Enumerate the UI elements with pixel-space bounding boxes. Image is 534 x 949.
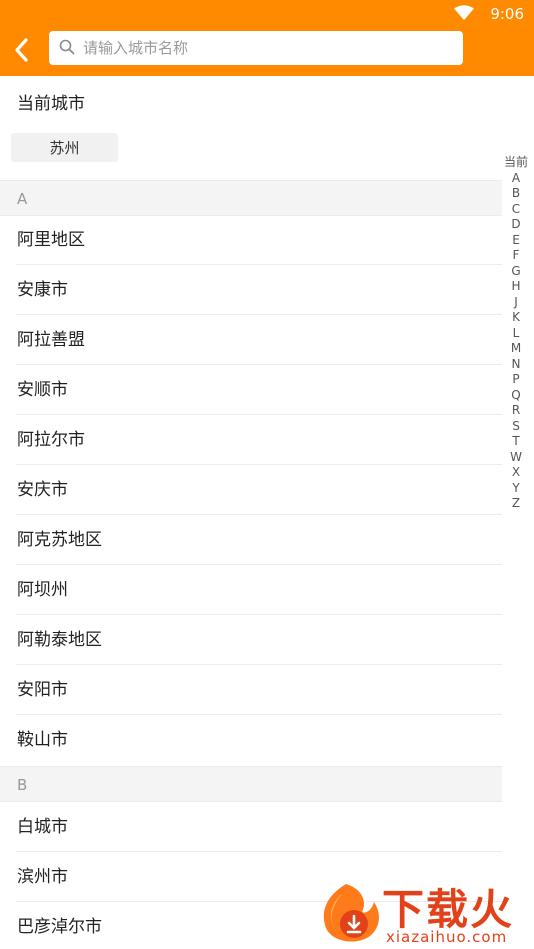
index-b[interactable]: B	[502, 186, 530, 202]
current-city-chip[interactable]: 苏州	[11, 133, 118, 162]
city-name: 阿里地区	[17, 230, 85, 250]
watermark-url: xiazaihuo.com	[386, 928, 508, 946]
index-f[interactable]: F	[502, 248, 530, 264]
index-x[interactable]: X	[502, 465, 530, 481]
city-item[interactable]: 安阳市	[0, 665, 502, 715]
city-item[interactable]: 安顺市	[0, 365, 502, 415]
group-header-b: B	[0, 766, 502, 802]
city-item[interactable]: 鞍山市	[0, 715, 502, 765]
wifi-icon	[454, 5, 474, 20]
city-item[interactable]: 阿拉尔市	[0, 415, 502, 465]
group-header-a: A	[0, 180, 502, 216]
index-w[interactable]: W	[502, 450, 530, 466]
status-time: 9:06	[490, 5, 524, 23]
chevron-left-icon	[15, 38, 28, 62]
index-d[interactable]: D	[502, 217, 530, 233]
group-letter: A	[17, 190, 28, 208]
city-name: 安庆市	[17, 480, 68, 500]
index-z[interactable]: Z	[502, 496, 530, 512]
city-name: 阿勒泰地区	[17, 630, 102, 650]
index-k[interactable]: K	[502, 310, 530, 326]
index-a[interactable]: A	[502, 171, 530, 187]
index-n[interactable]: N	[502, 357, 530, 373]
city-item[interactable]: 阿拉善盟	[0, 315, 502, 365]
city-name: 阿拉尔市	[17, 430, 85, 450]
city-item[interactable]: 安庆市	[0, 465, 502, 515]
index-l[interactable]: L	[502, 326, 530, 342]
city-name: 安顺市	[17, 380, 68, 400]
watermark-logo: 下载火 xiazaihuo.com	[312, 876, 534, 949]
index-m[interactable]: M	[502, 341, 530, 357]
city-name: 安康市	[17, 280, 68, 300]
group-letter: B	[17, 776, 28, 794]
city-name: 白城市	[17, 817, 68, 837]
city-item[interactable]: 阿里地区	[0, 215, 502, 265]
search-box[interactable]	[49, 31, 463, 65]
index-current[interactable]: 当前	[502, 155, 530, 171]
index-r[interactable]: R	[502, 403, 530, 419]
city-item[interactable]: 阿勒泰地区	[0, 615, 502, 665]
city-name: 阿拉善盟	[17, 330, 85, 350]
index-e[interactable]: E	[502, 233, 530, 249]
header-bar: 9:06	[0, 0, 534, 76]
index-j[interactable]: J	[502, 295, 530, 311]
current-city-label: 当前城市	[17, 94, 85, 114]
index-y[interactable]: Y	[502, 481, 530, 497]
city-name: 阿克苏地区	[17, 530, 102, 550]
index-s[interactable]: S	[502, 419, 530, 435]
city-name: 阿坝州	[17, 580, 68, 600]
alphabet-index-bar[interactable]: 当前 A B C D E F G H J K L M N P Q R S T W…	[502, 155, 530, 512]
city-name: 鞍山市	[17, 730, 68, 750]
city-item[interactable]: 安康市	[0, 265, 502, 315]
back-button[interactable]	[8, 36, 34, 64]
index-q[interactable]: Q	[502, 388, 530, 404]
city-item[interactable]: 阿坝州	[0, 565, 502, 615]
index-t[interactable]: T	[502, 434, 530, 450]
search-icon	[59, 39, 75, 55]
index-g[interactable]: G	[502, 264, 530, 280]
flame-download-icon	[323, 884, 379, 942]
city-name: 滨州市	[17, 867, 68, 887]
index-p[interactable]: P	[502, 372, 530, 388]
search-input[interactable]	[83, 31, 453, 65]
index-c[interactable]: C	[502, 202, 530, 218]
index-h[interactable]: H	[502, 279, 530, 295]
city-name: 巴彦淖尔市	[17, 917, 102, 937]
city-item[interactable]: 阿克苏地区	[0, 515, 502, 565]
city-item[interactable]: 白城市	[0, 802, 502, 852]
city-name: 安阳市	[17, 680, 68, 700]
